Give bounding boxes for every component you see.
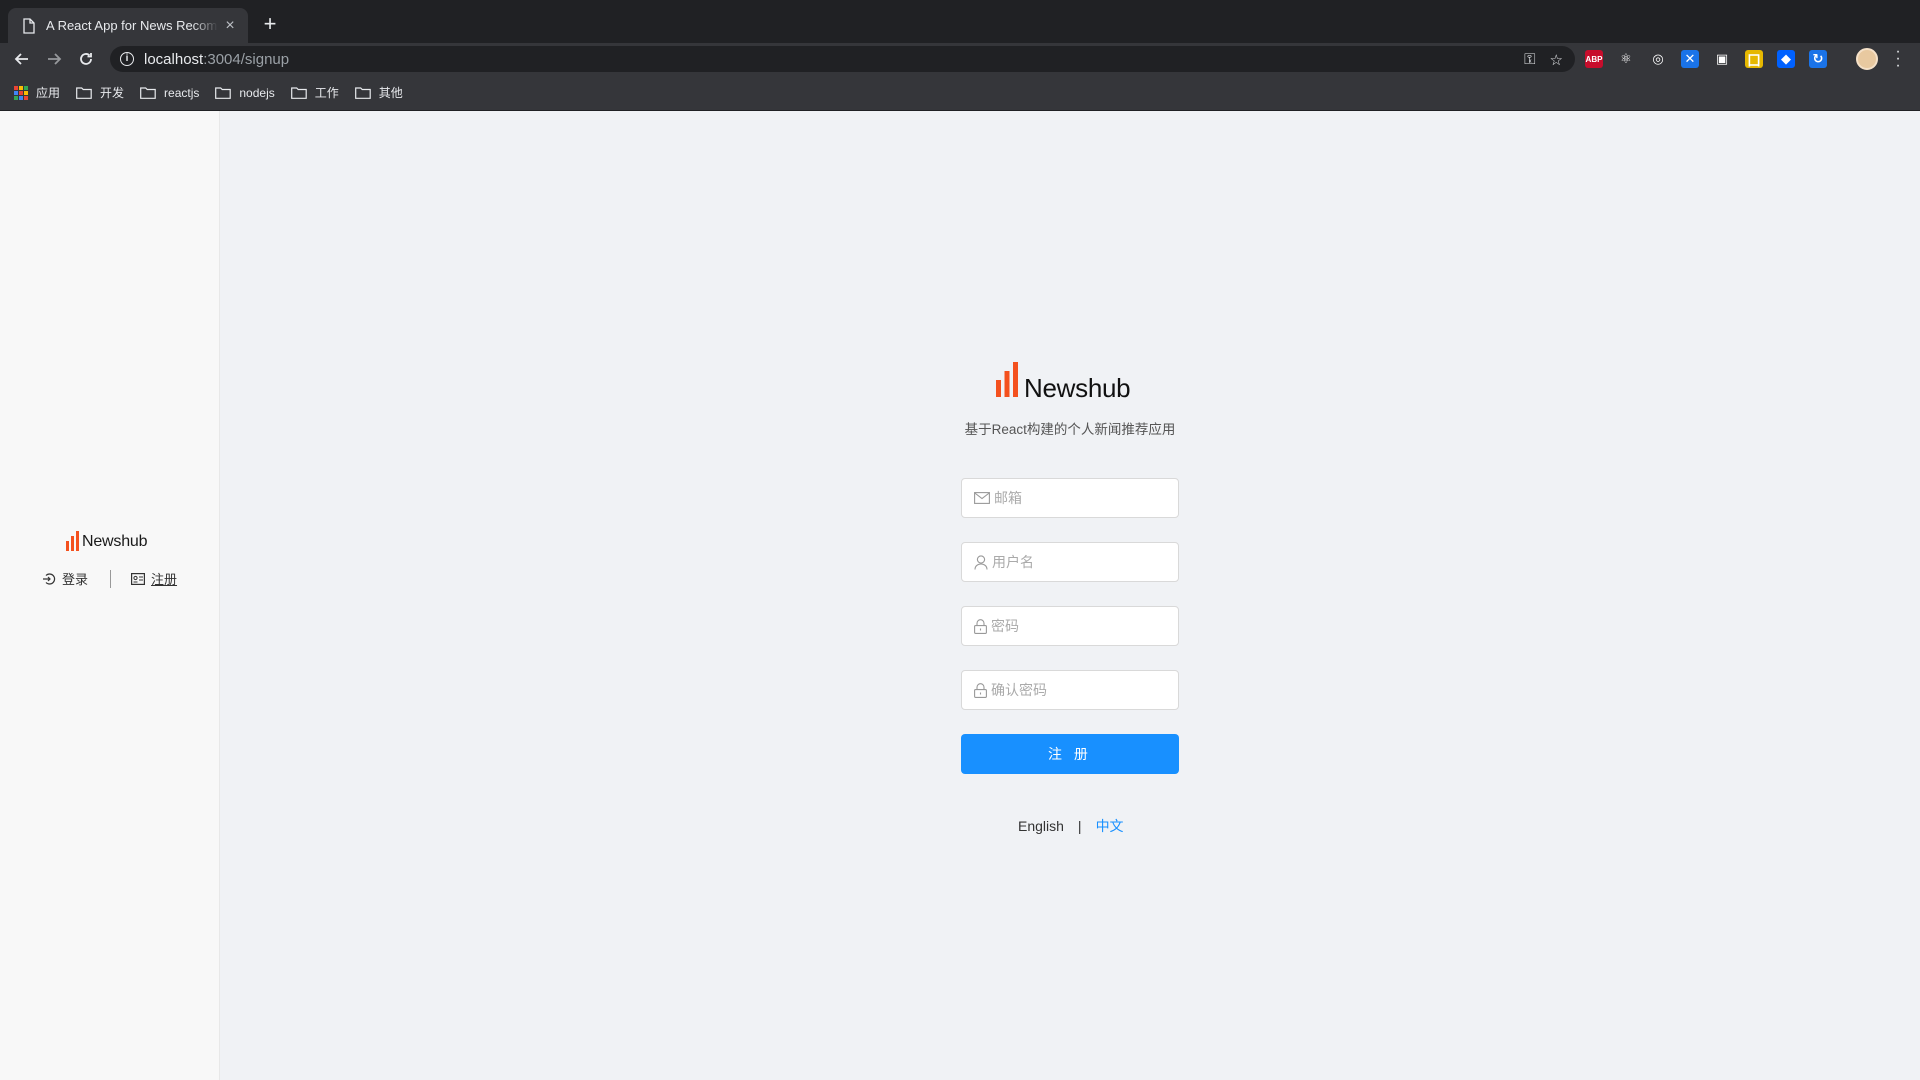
sidebar-logo-text: Newshub — [82, 533, 148, 550]
address-bar[interactable]: i localhost :3004/signup ⚿ ☆ — [110, 46, 1575, 72]
login-label: 登录 — [62, 572, 89, 587]
bookmark-item[interactable]: 其他 — [354, 84, 403, 101]
tab-title: A React App for News Recommendation — [46, 18, 218, 33]
window-extension-icon[interactable]: ▣ — [1713, 50, 1731, 68]
user-icon — [974, 554, 988, 570]
password-input[interactable] — [991, 618, 1161, 634]
folder-icon — [290, 86, 307, 99]
language-switcher: English | 中文 — [1018, 816, 1124, 836]
folder-icon — [354, 86, 371, 99]
lang-separator: | — [1077, 818, 1082, 834]
sync-extension-icon[interactable]: ↻ — [1809, 50, 1827, 68]
extension-icons: ABP ⚛ ◎ ✕ ▣ 囗 ◆ ↻ — [1585, 50, 1827, 68]
username-input[interactable] — [992, 554, 1162, 570]
brand-logo: Newshub — [996, 362, 1131, 403]
url-host: localhost — [144, 50, 204, 68]
lock-icon — [974, 682, 987, 698]
bookmarks-bar: 应用 开发 reactjs nodejs 工作 其他 — [0, 75, 1920, 111]
browser-tab-strip: A React App for News Recommendation × + — [0, 0, 1920, 43]
adblock-plus-icon[interactable]: ABP — [1585, 50, 1603, 68]
bookmark-item[interactable]: reactjs — [140, 86, 199, 100]
sidebar-logo[interactable]: Newshub — [66, 531, 148, 551]
arrow-right-icon — [48, 53, 62, 65]
login-link[interactable]: 登录 — [42, 569, 88, 588]
browser-tab[interactable]: A React App for News Recommendation × — [8, 8, 248, 43]
folder-icon — [76, 86, 92, 99]
folder-icon — [140, 86, 156, 99]
close-tab-icon[interactable]: × — [222, 17, 238, 34]
email-field[interactable] — [961, 478, 1179, 518]
sidebar-divider — [110, 569, 112, 588]
password-field[interactable] — [961, 606, 1179, 646]
forward-button[interactable] — [42, 47, 66, 71]
back-button[interactable] — [10, 47, 34, 71]
reload-icon — [80, 53, 92, 65]
sidebar: Newshub 登录 注册 — [0, 111, 220, 1080]
apps-grid-icon — [14, 85, 28, 100]
new-tab-button[interactable]: + — [258, 12, 282, 36]
confirm-password-field[interactable] — [961, 670, 1179, 710]
login-icon — [43, 572, 56, 585]
yellow-extension-icon[interactable]: 囗 — [1745, 50, 1763, 68]
dropbox-extension-icon[interactable]: ◆ — [1777, 50, 1795, 68]
bookmark-label: 开发 — [100, 86, 125, 100]
star-icon[interactable]: ☆ — [1550, 51, 1563, 69]
email-input[interactable] — [994, 490, 1164, 506]
key-icon[interactable]: ⚿ — [1524, 51, 1535, 69]
bookmark-item[interactable]: 开发 — [76, 84, 124, 101]
bookmark-item[interactable]: 应用 — [14, 84, 60, 101]
url-path: :3004/signup — [203, 50, 290, 68]
browser-menu-icon[interactable]: · · · — [1893, 44, 1903, 74]
mail-icon — [974, 492, 990, 504]
bookmark-item[interactable]: nodejs — [215, 85, 275, 100]
browser-toolbar: i localhost :3004/signup ⚿ ☆ ABP ⚛ ◎ ✕ ▣ 囗 ◆ ↻ … — [0, 43, 1920, 75]
lang-english-link[interactable]: English — [1018, 818, 1064, 834]
profile-avatar[interactable] — [1856, 48, 1878, 70]
bookmark-label: 其他 — [378, 86, 403, 100]
lock-icon — [974, 618, 987, 634]
newshub-logo-icon — [66, 531, 80, 551]
lang-chinese-link[interactable]: 中文 — [1096, 816, 1124, 836]
site-info-icon[interactable]: i — [120, 52, 134, 66]
username-field[interactable] — [961, 542, 1179, 582]
reload-button[interactable] — [74, 47, 98, 71]
arrow-left-icon — [14, 53, 28, 65]
target-extension-icon[interactable]: ◎ — [1649, 50, 1667, 68]
folder-icon — [215, 86, 232, 99]
react-devtools-icon[interactable]: ⚛ — [1617, 50, 1635, 68]
bookmark-label: 应用 — [36, 86, 61, 100]
document-icon — [23, 17, 35, 34]
confirm-password-input[interactable] — [991, 682, 1161, 698]
id-card-icon — [131, 572, 146, 585]
signup-submit-button[interactable]: 注 册 — [961, 734, 1179, 774]
sidebar-auth-links: 登录 注册 — [42, 569, 177, 588]
blue-extension-icon[interactable]: ✕ — [1681, 50, 1699, 68]
bookmark-item[interactable]: 工作 — [290, 84, 339, 101]
bookmark-label: nodejs — [239, 85, 275, 100]
tagline: 基于React构建的个人新闻推荐应用 — [964, 422, 1176, 437]
bookmark-label: 工作 — [314, 86, 339, 100]
main-content — [221, 111, 1920, 1080]
signup-link[interactable]: 注册 — [131, 569, 177, 588]
newshub-logo-icon — [996, 362, 1020, 402]
bookmark-label: reactjs — [164, 85, 200, 100]
signup-label: 注册 — [151, 572, 178, 587]
brand-logo-text: Newshub — [1024, 373, 1131, 403]
